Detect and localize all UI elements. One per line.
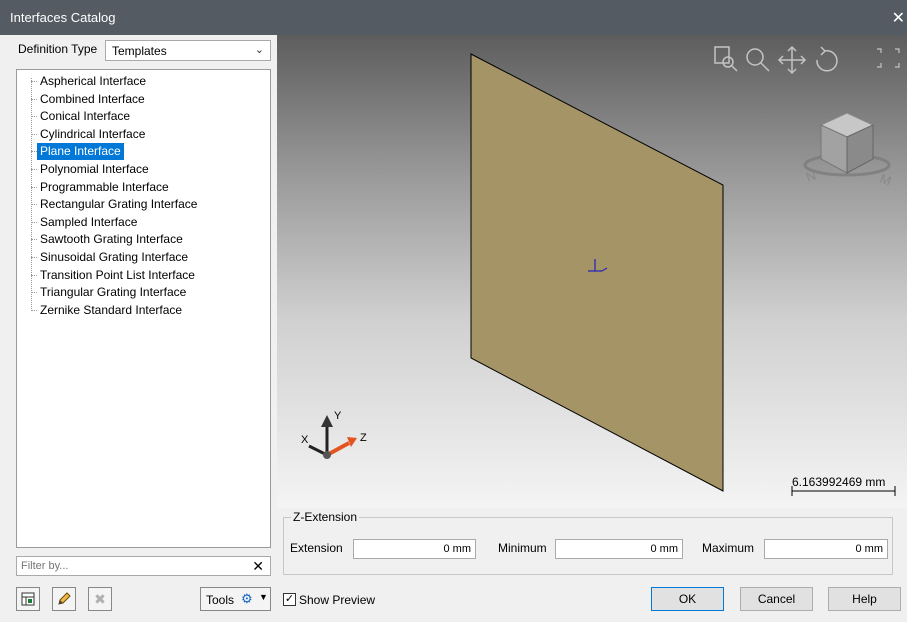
window-title: Interfaces Catalog [10,10,116,25]
axis-z-label: Z [360,432,367,444]
close-icon[interactable]: ✕ [892,8,905,28]
edit-button[interactable] [52,587,76,611]
rotate-icon[interactable] [816,46,838,72]
tree-item[interactable]: Programmable Interface [37,179,172,196]
tree-item[interactable]: Conical Interface [37,108,133,125]
tree-item[interactable]: Plane Interface [37,143,124,161]
preview-viewport[interactable]: N M Y X Z 6.163992469 mm [277,35,907,508]
tree-item[interactable]: Sawtooth Grating Interface [37,231,186,248]
view-cube-icon[interactable]: N M [803,112,893,189]
show-preview-checkbox[interactable]: ✓ [283,593,296,606]
delete-icon: ✖ [94,591,106,607]
zoom-window-icon[interactable] [714,46,738,72]
chevron-down-icon: ⌄ [254,44,264,56]
ok-button[interactable]: OK [651,587,724,611]
scale-label: 6.163992469 mm [792,475,886,489]
svg-text:M: M [878,171,893,189]
tree-item[interactable]: Transition Point List Interface [37,267,198,284]
minimum-label: Minimum [498,541,547,555]
zoom-icon[interactable] [746,48,770,72]
extension-label: Extension [290,541,343,555]
tree-item[interactable]: Sinusoidal Grating Interface [37,249,191,266]
axis-x-label: X [301,434,309,446]
catalog-icon [21,592,35,606]
tree-item[interactable]: Triangular Grating Interface [37,284,189,301]
pencil-icon [58,592,71,605]
tree-item[interactable]: Cylindrical Interface [37,126,148,143]
fit-view-icon[interactable] [877,48,900,68]
tree-item[interactable]: Zernike Standard Interface [37,302,185,319]
tools-icon: ⚙ [241,591,253,606]
extension-input[interactable]: 0 mm [353,539,476,559]
minimum-input[interactable]: 0 mm [555,539,683,559]
tree-item[interactable]: Combined Interface [37,91,148,108]
tree-item[interactable]: Rectangular Grating Interface [37,196,200,213]
axis-y-label: Y [334,410,342,422]
interface-plane [470,53,724,492]
svg-text:N: N [804,168,818,185]
show-preview-label: Show Preview [299,593,376,607]
pan-icon[interactable] [777,45,807,75]
z-extension-title: Z-Extension [291,510,360,524]
caret-down-icon: ▼ [259,592,268,602]
tree-guide-line [31,78,32,311]
delete-button[interactable]: ✖ [88,587,112,611]
tree-item[interactable]: Sampled Interface [37,214,140,231]
maximum-input[interactable]: 0 mm [764,539,888,559]
interface-tree[interactable]: Aspherical Interface Combined Interface Co… [16,69,271,548]
filter-input[interactable] [17,557,242,575]
help-button[interactable]: Help [828,587,901,611]
axis-triad: Y X Z [301,410,367,459]
definition-type-select[interactable]: Templates ⌄ [105,40,271,61]
definition-type-label: Definition Type [18,42,98,56]
tree-item[interactable]: Aspherical Interface [37,73,149,90]
cancel-button[interactable]: Cancel [740,587,813,611]
tree-item[interactable]: Polynomial Interface [37,161,152,178]
definition-type-value: Templates [112,44,167,58]
z-extension-group: Z-Extension Extension 0 mm Minimum 0 mm … [283,510,893,575]
tools-button[interactable]: Tools ⚙ ▼ [200,587,271,611]
title-bar: Interfaces Catalog ✕ [0,0,907,35]
filter-box[interactable]: ✕ [16,556,271,576]
tools-label: Tools [206,593,235,607]
maximum-label: Maximum [702,541,755,555]
preview-canvas[interactable]: N M Y X Z [277,35,907,508]
clear-filter-icon[interactable]: ✕ [252,558,264,575]
catalog-button[interactable] [16,587,40,611]
